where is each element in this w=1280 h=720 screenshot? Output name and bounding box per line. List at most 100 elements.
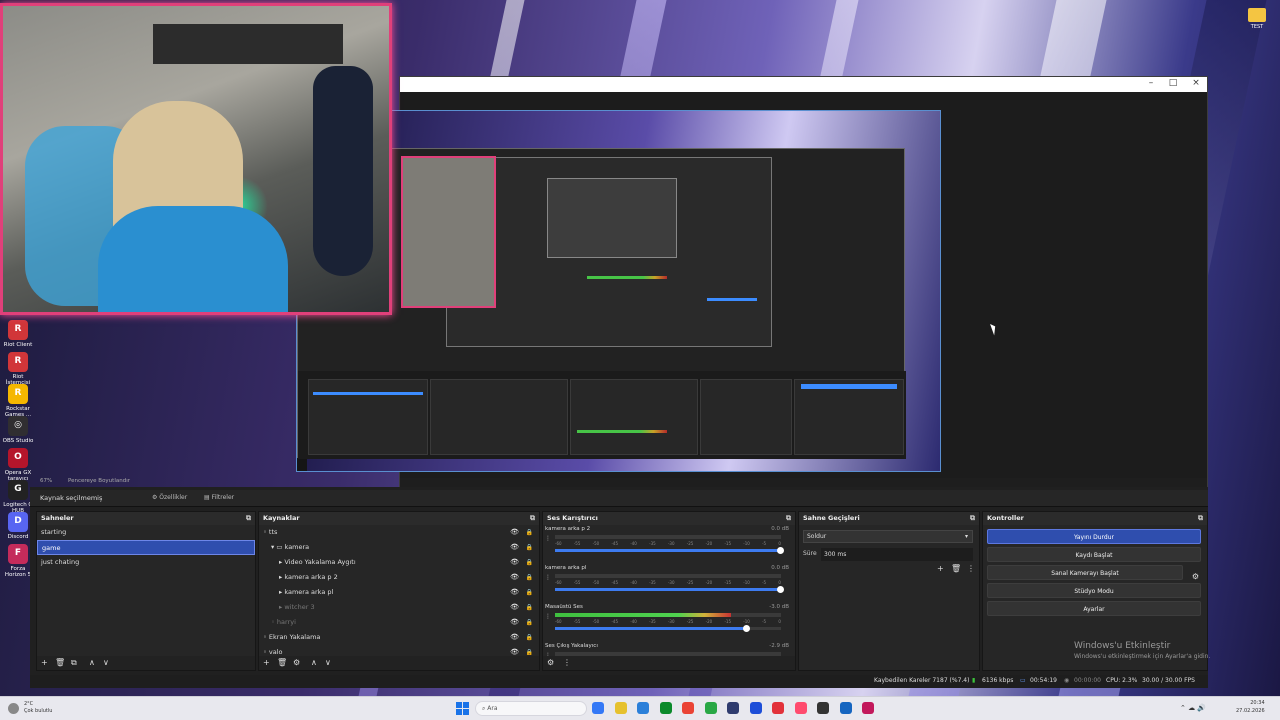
studio-mode-button[interactable]: Stüdyo Modu: [987, 583, 1201, 598]
volume-knob[interactable]: [743, 625, 751, 632]
gear-icon[interactable]: ⋮: [545, 574, 551, 581]
add-icon[interactable]: +: [41, 658, 48, 667]
app-icon: F: [8, 544, 28, 564]
source-item[interactable]: ◦ tts 👁 🔒: [259, 525, 539, 540]
lock-icon[interactable]: 🔒: [526, 570, 533, 585]
filter-icon[interactable]: ⧉: [71, 658, 77, 668]
gear-icon[interactable]: ⚙: [1188, 569, 1203, 584]
taskbar-app-icon[interactable]: [817, 702, 829, 714]
gear-icon[interactable]: ⚙: [293, 658, 300, 667]
popout-icon[interactable]: ⧉: [970, 512, 975, 525]
taskbar-app-icon[interactable]: [794, 702, 807, 714]
eye-icon[interactable]: 👁: [510, 600, 519, 615]
scene-item[interactable]: game: [37, 540, 255, 555]
move-down-icon[interactable]: ∨: [325, 658, 331, 667]
taskbar-app-icon[interactable]: [839, 702, 852, 714]
volume-knob[interactable]: [777, 547, 784, 554]
zoom-level[interactable]: 67%: [40, 478, 52, 484]
lock-icon[interactable]: 🔒: [526, 585, 533, 600]
taskbar-app-icon[interactable]: [749, 702, 762, 714]
eye-icon[interactable]: 👁: [510, 540, 519, 555]
settings-button[interactable]: Ayarlar: [987, 601, 1201, 616]
taskbar-search[interactable]: ⌕ Ara: [475, 701, 587, 716]
desktop-icon[interactable]: RRockstar Games ...: [2, 384, 34, 418]
properties-button[interactable]: ⚙ Özellikler: [148, 493, 191, 502]
source-item[interactable]: ◦ Ekran Yakalama 👁 🔒: [259, 630, 539, 645]
desktop-icon[interactable]: ◎ OBS Studio: [2, 416, 34, 444]
eye-icon[interactable]: 👁: [510, 645, 519, 655]
source-item[interactable]: ▸ kamera arka p 2 👁 🔒: [259, 570, 539, 585]
taskbar-clock[interactable]: 20:34 27.02.2026: [1236, 700, 1265, 715]
move-down-icon[interactable]: ∨: [103, 658, 109, 667]
taskbar-app-icon[interactable]: [592, 702, 604, 714]
eye-icon[interactable]: 👁: [510, 630, 519, 645]
move-up-icon[interactable]: ∧: [311, 658, 317, 667]
obs-preview[interactable]: [296, 110, 941, 472]
source-item[interactable]: ▸ Video Yakalama Aygıtı 👁 🔒: [259, 555, 539, 570]
eye-icon[interactable]: 👁: [510, 570, 519, 585]
windows-start-icon[interactable]: [456, 702, 469, 715]
taskbar-app-icon[interactable]: [614, 702, 627, 714]
add-icon[interactable]: +: [263, 658, 270, 667]
maximize-icon[interactable]: □: [1162, 78, 1184, 88]
popout-icon[interactable]: ⧉: [1198, 512, 1203, 525]
taskbar-app-icon[interactable]: [772, 702, 784, 714]
add-icon[interactable]: +: [937, 564, 944, 573]
gear-icon[interactable]: ⋮: [545, 613, 551, 620]
move-up-icon[interactable]: ∧: [89, 658, 95, 667]
stop-stream-button[interactable]: Yayını Durdur: [987, 529, 1201, 544]
source-item[interactable]: ▸ kamera arka pl 👁 🔒: [259, 585, 539, 600]
taskbar-app-icon[interactable]: [637, 702, 649, 714]
source-item[interactable]: ▾ ▭ kamera 👁 🔒: [259, 540, 539, 555]
weather-widget[interactable]: 2°C Çok bulutlu: [24, 701, 52, 714]
taskbar-app-icon[interactable]: [682, 702, 694, 714]
taskbar-app-icon[interactable]: [862, 702, 874, 714]
system-tray[interactable]: ⌃ ☁ 🔊: [1180, 704, 1206, 712]
source-item[interactable]: ▸ witcher 3 👁 🔒: [259, 600, 539, 615]
lock-icon[interactable]: 🔒: [526, 540, 533, 555]
volume-slider[interactable]: [555, 549, 781, 552]
source-item[interactable]: ◦ valo 👁 🔒: [259, 645, 539, 655]
zoom-mode[interactable]: Pencereye Boyutlandır: [68, 478, 130, 484]
start-record-button[interactable]: Kaydı Başlat: [987, 547, 1201, 562]
menu-dots-icon[interactable]: ⋮: [563, 658, 571, 667]
gear-icon[interactable]: ⋮: [545, 535, 551, 542]
taskbar-app-icon[interactable]: [704, 702, 717, 714]
duration-field[interactable]: 300 ms: [821, 548, 973, 561]
desktop-folder-test[interactable]: TEST: [1246, 8, 1268, 30]
trash-icon[interactable]: 🗑: [55, 658, 65, 667]
filters-button[interactable]: ▤ Filtreler: [200, 493, 238, 502]
desktop-icon[interactable]: RRiot İstemcisi: [2, 352, 34, 386]
taskbar-app-icon[interactable]: [727, 702, 739, 714]
lock-icon[interactable]: 🔒: [526, 555, 533, 570]
popout-icon[interactable]: ⧉: [786, 512, 791, 525]
gear-icon[interactable]: ⚙: [547, 658, 554, 667]
lock-icon[interactable]: 🔒: [526, 600, 533, 615]
trash-icon[interactable]: 🗑: [951, 564, 961, 573]
desktop-icon[interactable]: R Riot Client: [2, 320, 34, 348]
volume-knob[interactable]: [777, 586, 784, 593]
transitions-header: Sahne Geçişleri ⧉: [799, 512, 979, 525]
popout-icon[interactable]: ⧉: [246, 512, 251, 525]
close-icon[interactable]: ×: [1185, 78, 1207, 88]
lock-icon[interactable]: 🔒: [526, 630, 533, 645]
popout-icon[interactable]: ⧉: [530, 512, 535, 525]
trash-icon[interactable]: 🗑: [277, 658, 287, 667]
eye-icon[interactable]: 👁: [510, 585, 519, 600]
lock-icon[interactable]: 🔒: [526, 615, 533, 630]
lock-icon[interactable]: 🔒: [526, 525, 533, 540]
scene-item[interactable]: just chating: [37, 555, 255, 570]
taskbar-app-icon[interactable]: [659, 702, 672, 714]
lock-icon[interactable]: 🔒: [526, 645, 533, 655]
minimize-icon[interactable]: –: [1140, 78, 1162, 88]
desktop-icon[interactable]: OOpera GX tarayıcı: [2, 448, 34, 482]
eye-icon[interactable]: 👁: [510, 525, 519, 540]
eye-icon[interactable]: 👁: [510, 615, 519, 630]
scene-item[interactable]: starting: [37, 525, 255, 540]
start-virtual-camera-button[interactable]: Sanal Kamerayı Başlat: [987, 565, 1183, 580]
transition-select[interactable]: Soldur ▾: [803, 530, 973, 543]
eye-icon[interactable]: 👁: [510, 555, 519, 570]
menu-dots-icon[interactable]: ⋮: [967, 564, 975, 573]
source-item[interactable]: ◦ harryi 👁 🔒: [259, 615, 539, 630]
volume-slider[interactable]: [555, 588, 781, 591]
